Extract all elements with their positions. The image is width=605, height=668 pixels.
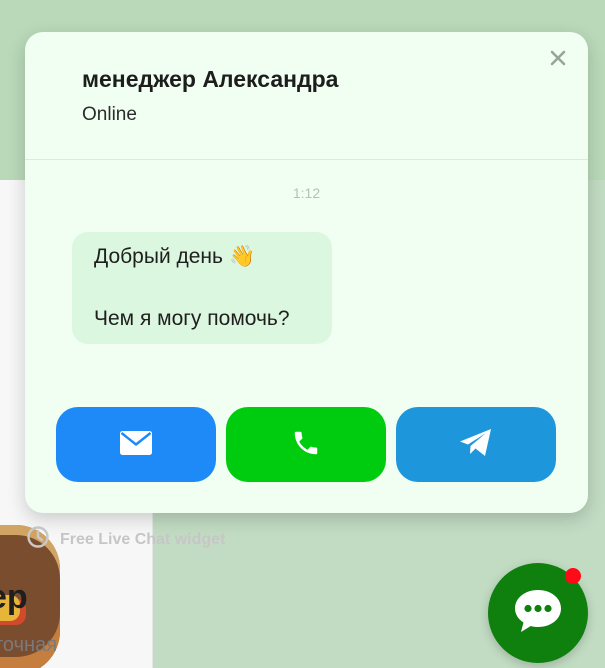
manager-name: менеджер Александра — [82, 66, 339, 92]
header-divider — [25, 159, 588, 160]
message-bubble: Добрый день 👋 Чем я могу помочь? — [72, 232, 332, 344]
chat-bubble-dots-icon — [513, 588, 563, 638]
notification-badge — [565, 568, 581, 584]
close-button[interactable] — [546, 48, 570, 72]
message-line-greeting: Добрый день 👋 — [94, 241, 310, 273]
envelope-icon — [120, 430, 152, 459]
product-subtitle: точная — [0, 634, 58, 656]
contact-actions — [56, 407, 556, 482]
message-line-question: Чем я могу помочь? — [94, 307, 290, 330]
chat-window: менеджер Александра Online 1:12 Добрый д… — [25, 32, 588, 513]
watermark-label: Free Live Chat widget — [60, 530, 226, 548]
phone-button[interactable] — [226, 407, 386, 482]
clock-logo-icon — [26, 525, 50, 554]
powered-by-watermark[interactable]: Free Live Chat widget — [26, 525, 225, 554]
greeting-text: Добрый день — [94, 245, 223, 268]
close-icon — [550, 50, 566, 70]
email-button[interactable] — [56, 407, 216, 482]
telegram-plane-icon — [459, 428, 493, 462]
message-timestamp: 1:12 — [292, 185, 321, 201]
phone-icon — [291, 428, 321, 462]
waving-hand-icon: 👋 — [228, 245, 256, 268]
online-status: Online — [82, 104, 137, 125]
product-title: ер — [0, 578, 28, 616]
telegram-button[interactable] — [396, 407, 556, 482]
